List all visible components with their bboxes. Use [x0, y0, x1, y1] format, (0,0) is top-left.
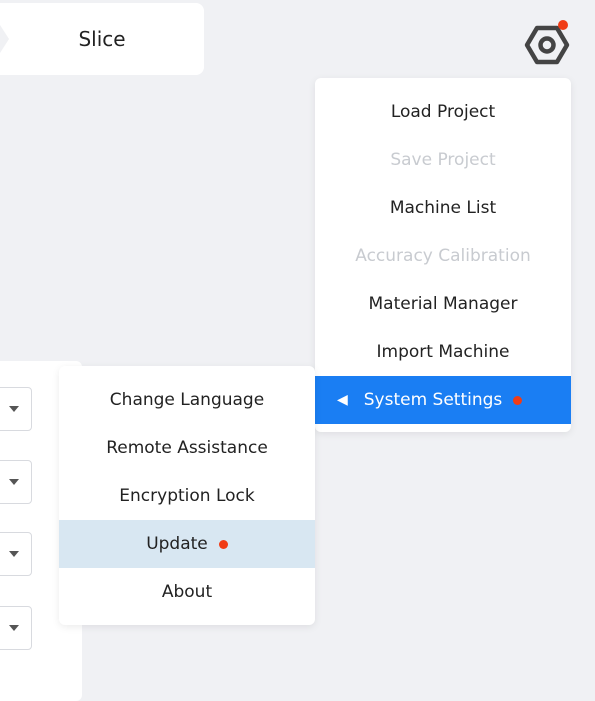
menu-item-import-machine[interactable]: Import Machine [315, 328, 571, 376]
submenu-item-label: About [161, 582, 213, 602]
menu-item-label: Load Project [390, 102, 496, 122]
menu-item-machine-list[interactable]: Machine List [315, 184, 571, 232]
update-badge [218, 539, 228, 549]
menu-item-label: Save Project [390, 150, 496, 170]
submenu-item-label: Change Language [109, 390, 265, 410]
menu-item-system-settings[interactable]: ◀ System Settings [315, 376, 571, 424]
dropdown-3[interactable] [0, 532, 32, 576]
submenu-item-about[interactable]: About [59, 568, 315, 616]
slice-tab-label: Slice [78, 27, 126, 51]
update-badge [513, 395, 523, 405]
dropdown-1[interactable] [0, 387, 32, 431]
menu-item-label: Accuracy Calibration [355, 246, 531, 266]
menu-item-accuracy-calibration: Accuracy Calibration [315, 232, 571, 280]
menu-item-label: Import Machine [376, 342, 510, 362]
submenu-item-label: Encryption Lock [119, 486, 255, 506]
submenu-item-update[interactable]: Update [59, 520, 315, 568]
menu-item-label: System Settings [363, 390, 503, 410]
submenu-item-remote-assistance[interactable]: Remote Assistance [59, 424, 315, 472]
menu-item-save-project: Save Project [315, 136, 571, 184]
settings-menu: Load Project Save Project Machine List A… [315, 78, 571, 432]
system-settings-submenu: Change Language Remote Assistance Encryp… [59, 366, 315, 625]
dropdown-4[interactable] [0, 606, 32, 650]
dropdown-2[interactable] [0, 460, 32, 504]
submenu-item-encryption-lock[interactable]: Encryption Lock [59, 472, 315, 520]
tab-notch [0, 25, 9, 53]
menu-item-label: Machine List [389, 198, 497, 218]
menu-item-label: Material Manager [368, 294, 518, 314]
submenu-item-label: Remote Assistance [106, 438, 268, 458]
menu-item-load-project[interactable]: Load Project [315, 88, 571, 136]
chevron-down-icon [9, 551, 19, 557]
settings-button[interactable] [524, 20, 570, 68]
submenu-arrow-icon: ◀ [337, 392, 348, 408]
submenu-item-change-language[interactable]: Change Language [59, 376, 315, 424]
chevron-down-icon [9, 625, 19, 631]
slice-tab[interactable]: Slice [0, 3, 204, 75]
chevron-down-icon [9, 479, 19, 485]
chevron-down-icon [9, 406, 19, 412]
menu-item-material-manager[interactable]: Material Manager [315, 280, 571, 328]
notification-badge [558, 20, 568, 30]
submenu-item-label: Update [146, 534, 208, 554]
